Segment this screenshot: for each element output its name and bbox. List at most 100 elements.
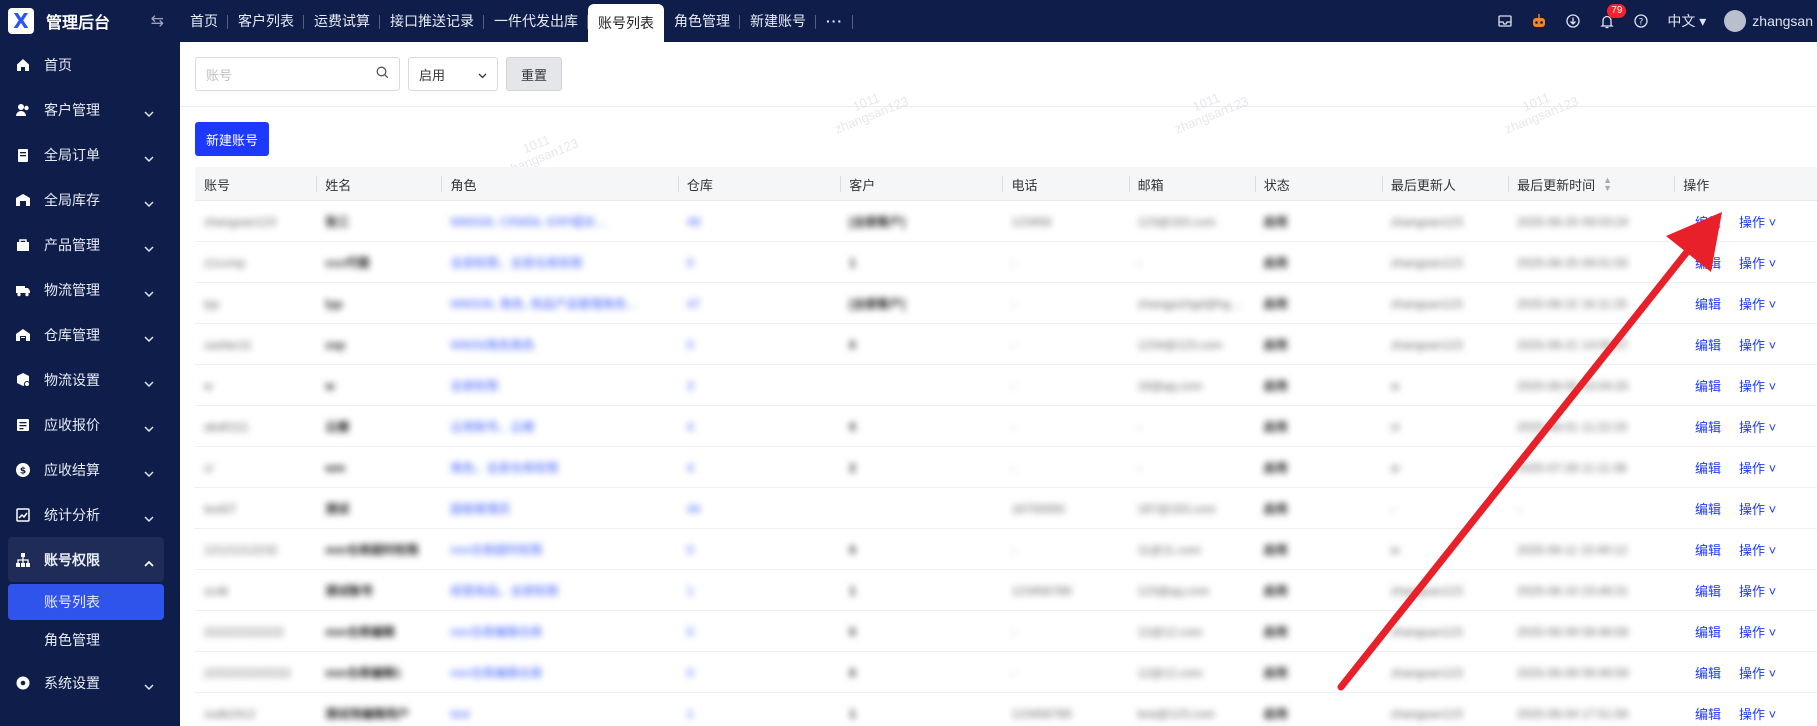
warehouse-cell[interactable]: 1 bbox=[678, 570, 840, 611]
edit-link[interactable]: 编辑 bbox=[1695, 458, 1721, 477]
edit-link[interactable]: 编辑 bbox=[1695, 376, 1721, 395]
operations-dropdown[interactable]: 操作 ˅ bbox=[1739, 622, 1776, 641]
sidebar-item-account-list[interactable]: 账号列表 bbox=[8, 584, 164, 620]
role-cell[interactable]: WMS6角色角色 bbox=[441, 324, 677, 365]
operations-dropdown[interactable]: 操作 ˅ bbox=[1739, 704, 1776, 723]
collapse-sidebar-icon[interactable]: ⇆ bbox=[151, 11, 164, 31]
edit-link[interactable]: 编辑 bbox=[1695, 704, 1721, 723]
more-tabs-icon[interactable]: ··· bbox=[816, 0, 853, 42]
user-menu[interactable]: zhangsan bbox=[1724, 10, 1813, 32]
sidebar-item-customers[interactable]: 客户管理 bbox=[0, 87, 180, 132]
new-account-button[interactable]: 新建账号 bbox=[195, 122, 270, 156]
sidebar-item-logistics[interactable]: 物流管理 bbox=[0, 267, 180, 312]
warehouse-cell[interactable]: 4 bbox=[678, 447, 840, 488]
role-cell[interactable]: 经营商品，全部权限 bbox=[441, 570, 677, 611]
operations-dropdown[interactable]: 操作 ˅ bbox=[1739, 540, 1776, 559]
bell-icon[interactable]: 79 bbox=[1599, 4, 1627, 29]
operations-dropdown[interactable]: 操作 ˅ bbox=[1739, 663, 1776, 682]
warehouse-cell[interactable]: 1 bbox=[678, 693, 840, 726]
column-header-email[interactable]: 邮箱 bbox=[1128, 167, 1255, 201]
column-header-status[interactable]: 状态 bbox=[1254, 167, 1382, 201]
column-header-account[interactable]: 账号 bbox=[195, 167, 316, 201]
sidebar-item-orders[interactable]: 全局订单 bbox=[0, 132, 180, 177]
column-header-last-updated-time[interactable]: 最后更新时间 ▲ ▼ bbox=[1508, 167, 1674, 201]
column-header-warehouse[interactable]: 仓库 bbox=[677, 167, 840, 201]
warehouse-cell[interactable]: 0 bbox=[678, 324, 840, 365]
warehouse-cell[interactable]: 3 bbox=[678, 365, 840, 406]
role-cell[interactable]: 全部权限 bbox=[441, 365, 677, 406]
tab-role-management[interactable]: 角色管理 bbox=[664, 0, 740, 42]
sidebar-item-receivable-quote[interactable]: 应收报价 bbox=[0, 402, 180, 447]
tab-account-list[interactable]: 账号列表 bbox=[588, 4, 664, 42]
operations-dropdown[interactable]: 操作 ˅ bbox=[1739, 253, 1776, 272]
role-cell[interactable]: 云用账号，云楼 bbox=[441, 406, 677, 447]
column-header-phone[interactable]: 电话 bbox=[1002, 167, 1128, 201]
edit-link[interactable]: 编辑 bbox=[1695, 253, 1721, 272]
sidebar-item-logistics-settings[interactable]: 物流设置 bbox=[0, 357, 180, 402]
operations-dropdown[interactable]: 操作 ˅ bbox=[1739, 581, 1776, 600]
role-cell[interactable]: 超级管理员 bbox=[441, 488, 677, 529]
edit-link[interactable]: 编辑 bbox=[1695, 581, 1721, 600]
role-cell[interactable]: mm仓库编辑仓库 bbox=[441, 652, 677, 693]
tab-home[interactable]: 首页 bbox=[180, 0, 228, 42]
inbox-icon[interactable] bbox=[1497, 13, 1513, 29]
reset-button[interactable]: 重置 bbox=[506, 57, 563, 91]
role-cell[interactable]: WMS06, CRM56, ERP超长… bbox=[441, 201, 677, 242]
operations-dropdown[interactable]: 操作 ˅ bbox=[1739, 294, 1776, 313]
warehouse-cell[interactable]: 47 bbox=[678, 283, 840, 324]
search-icon[interactable] bbox=[376, 66, 389, 82]
operations-dropdown[interactable]: 操作 ˅ bbox=[1739, 335, 1776, 354]
status-select[interactable]: 启用 bbox=[408, 57, 498, 91]
edit-link[interactable]: 编辑 bbox=[1695, 540, 1721, 559]
sidebar-item-warehouse[interactable]: 仓库管理 bbox=[0, 312, 180, 357]
operations-dropdown[interactable]: 操作 ˅ bbox=[1739, 458, 1776, 477]
edit-link[interactable]: 编辑 bbox=[1695, 335, 1721, 354]
sidebar-item-receivable-settlement[interactable]: $ 应收结算 bbox=[0, 447, 180, 492]
operations-dropdown[interactable]: 操作 ˅ bbox=[1739, 376, 1776, 395]
tab-new-account[interactable]: 新建账号 bbox=[740, 0, 816, 42]
language-select[interactable]: 中文 ▾ bbox=[1667, 11, 1706, 31]
warehouse-cell[interactable]: 49 bbox=[678, 201, 840, 242]
role-cell[interactable]: 全部权限，全部仓库权限 bbox=[441, 242, 677, 283]
sidebar-item-home[interactable]: 首页 bbox=[0, 42, 180, 87]
edit-link[interactable]: 编辑 bbox=[1695, 663, 1721, 682]
warehouse-cell[interactable]: 4 bbox=[678, 406, 840, 447]
edit-link[interactable]: 编辑 bbox=[1695, 622, 1721, 641]
column-header-role[interactable]: 角色 bbox=[441, 167, 677, 201]
sidebar-item-inventory[interactable]: 全局库存 bbox=[0, 177, 180, 222]
robot-icon[interactable] bbox=[1531, 13, 1547, 29]
role-cell[interactable]: test bbox=[441, 693, 677, 726]
role-cell[interactable]: mm仓库超时权限 bbox=[441, 529, 677, 570]
operations-dropdown[interactable]: 操作 ˅ bbox=[1739, 417, 1776, 436]
operations-dropdown[interactable]: 操作 ˅ bbox=[1739, 499, 1776, 518]
warehouse-cell[interactable]: 0 bbox=[678, 529, 840, 570]
warehouse-cell[interactable]: 44 bbox=[678, 488, 840, 529]
edit-link[interactable]: 编辑 bbox=[1695, 417, 1721, 436]
account-search-input[interactable]: 账号 bbox=[195, 57, 400, 91]
help-icon[interactable]: ? bbox=[1633, 13, 1649, 29]
sidebar-item-account-permissions[interactable]: 账号权限 bbox=[8, 537, 164, 582]
tab-api-push-log[interactable]: 接口推送记录 bbox=[380, 0, 484, 42]
column-header-customer[interactable]: 客户 bbox=[840, 167, 1002, 201]
sort-icon[interactable]: ▲ ▼ bbox=[1603, 176, 1612, 193]
role-cell[interactable]: 角色，全部仓库权限 bbox=[441, 447, 677, 488]
column-header-last-updater[interactable]: 最后更新人 bbox=[1381, 167, 1508, 201]
operations-dropdown[interactable]: 操作 ˅ bbox=[1739, 212, 1776, 231]
edit-link[interactable]: 编辑 bbox=[1695, 212, 1721, 231]
column-header-name[interactable]: 姓名 bbox=[316, 167, 441, 201]
warehouse-cell[interactable]: 0 bbox=[678, 611, 840, 652]
tab-customer-list[interactable]: 客户列表 bbox=[228, 0, 304, 42]
sidebar-item-role-management[interactable]: 角色管理 bbox=[8, 622, 164, 658]
edit-link[interactable]: 编辑 bbox=[1695, 294, 1721, 313]
edit-link[interactable]: 编辑 bbox=[1695, 499, 1721, 518]
warehouse-cell[interactable]: 0 bbox=[678, 242, 840, 283]
warehouse-cell[interactable]: 0 bbox=[678, 652, 840, 693]
tab-freight-calc[interactable]: 运费试算 bbox=[304, 0, 380, 42]
tab-dropship-outbound[interactable]: 一件代发出库 bbox=[484, 0, 588, 42]
sidebar-item-system-settings[interactable]: 系统设置 bbox=[0, 660, 180, 705]
sidebar-item-products[interactable]: 产品管理 bbox=[0, 222, 180, 267]
role-cell[interactable]: WMS06, 角色, 商品产品管理角色… bbox=[441, 283, 677, 324]
sidebar-item-statistics[interactable]: 统计分析 bbox=[0, 492, 180, 537]
role-cell[interactable]: mm仓库编辑仓库 bbox=[441, 611, 677, 652]
download-icon[interactable] bbox=[1565, 13, 1581, 29]
